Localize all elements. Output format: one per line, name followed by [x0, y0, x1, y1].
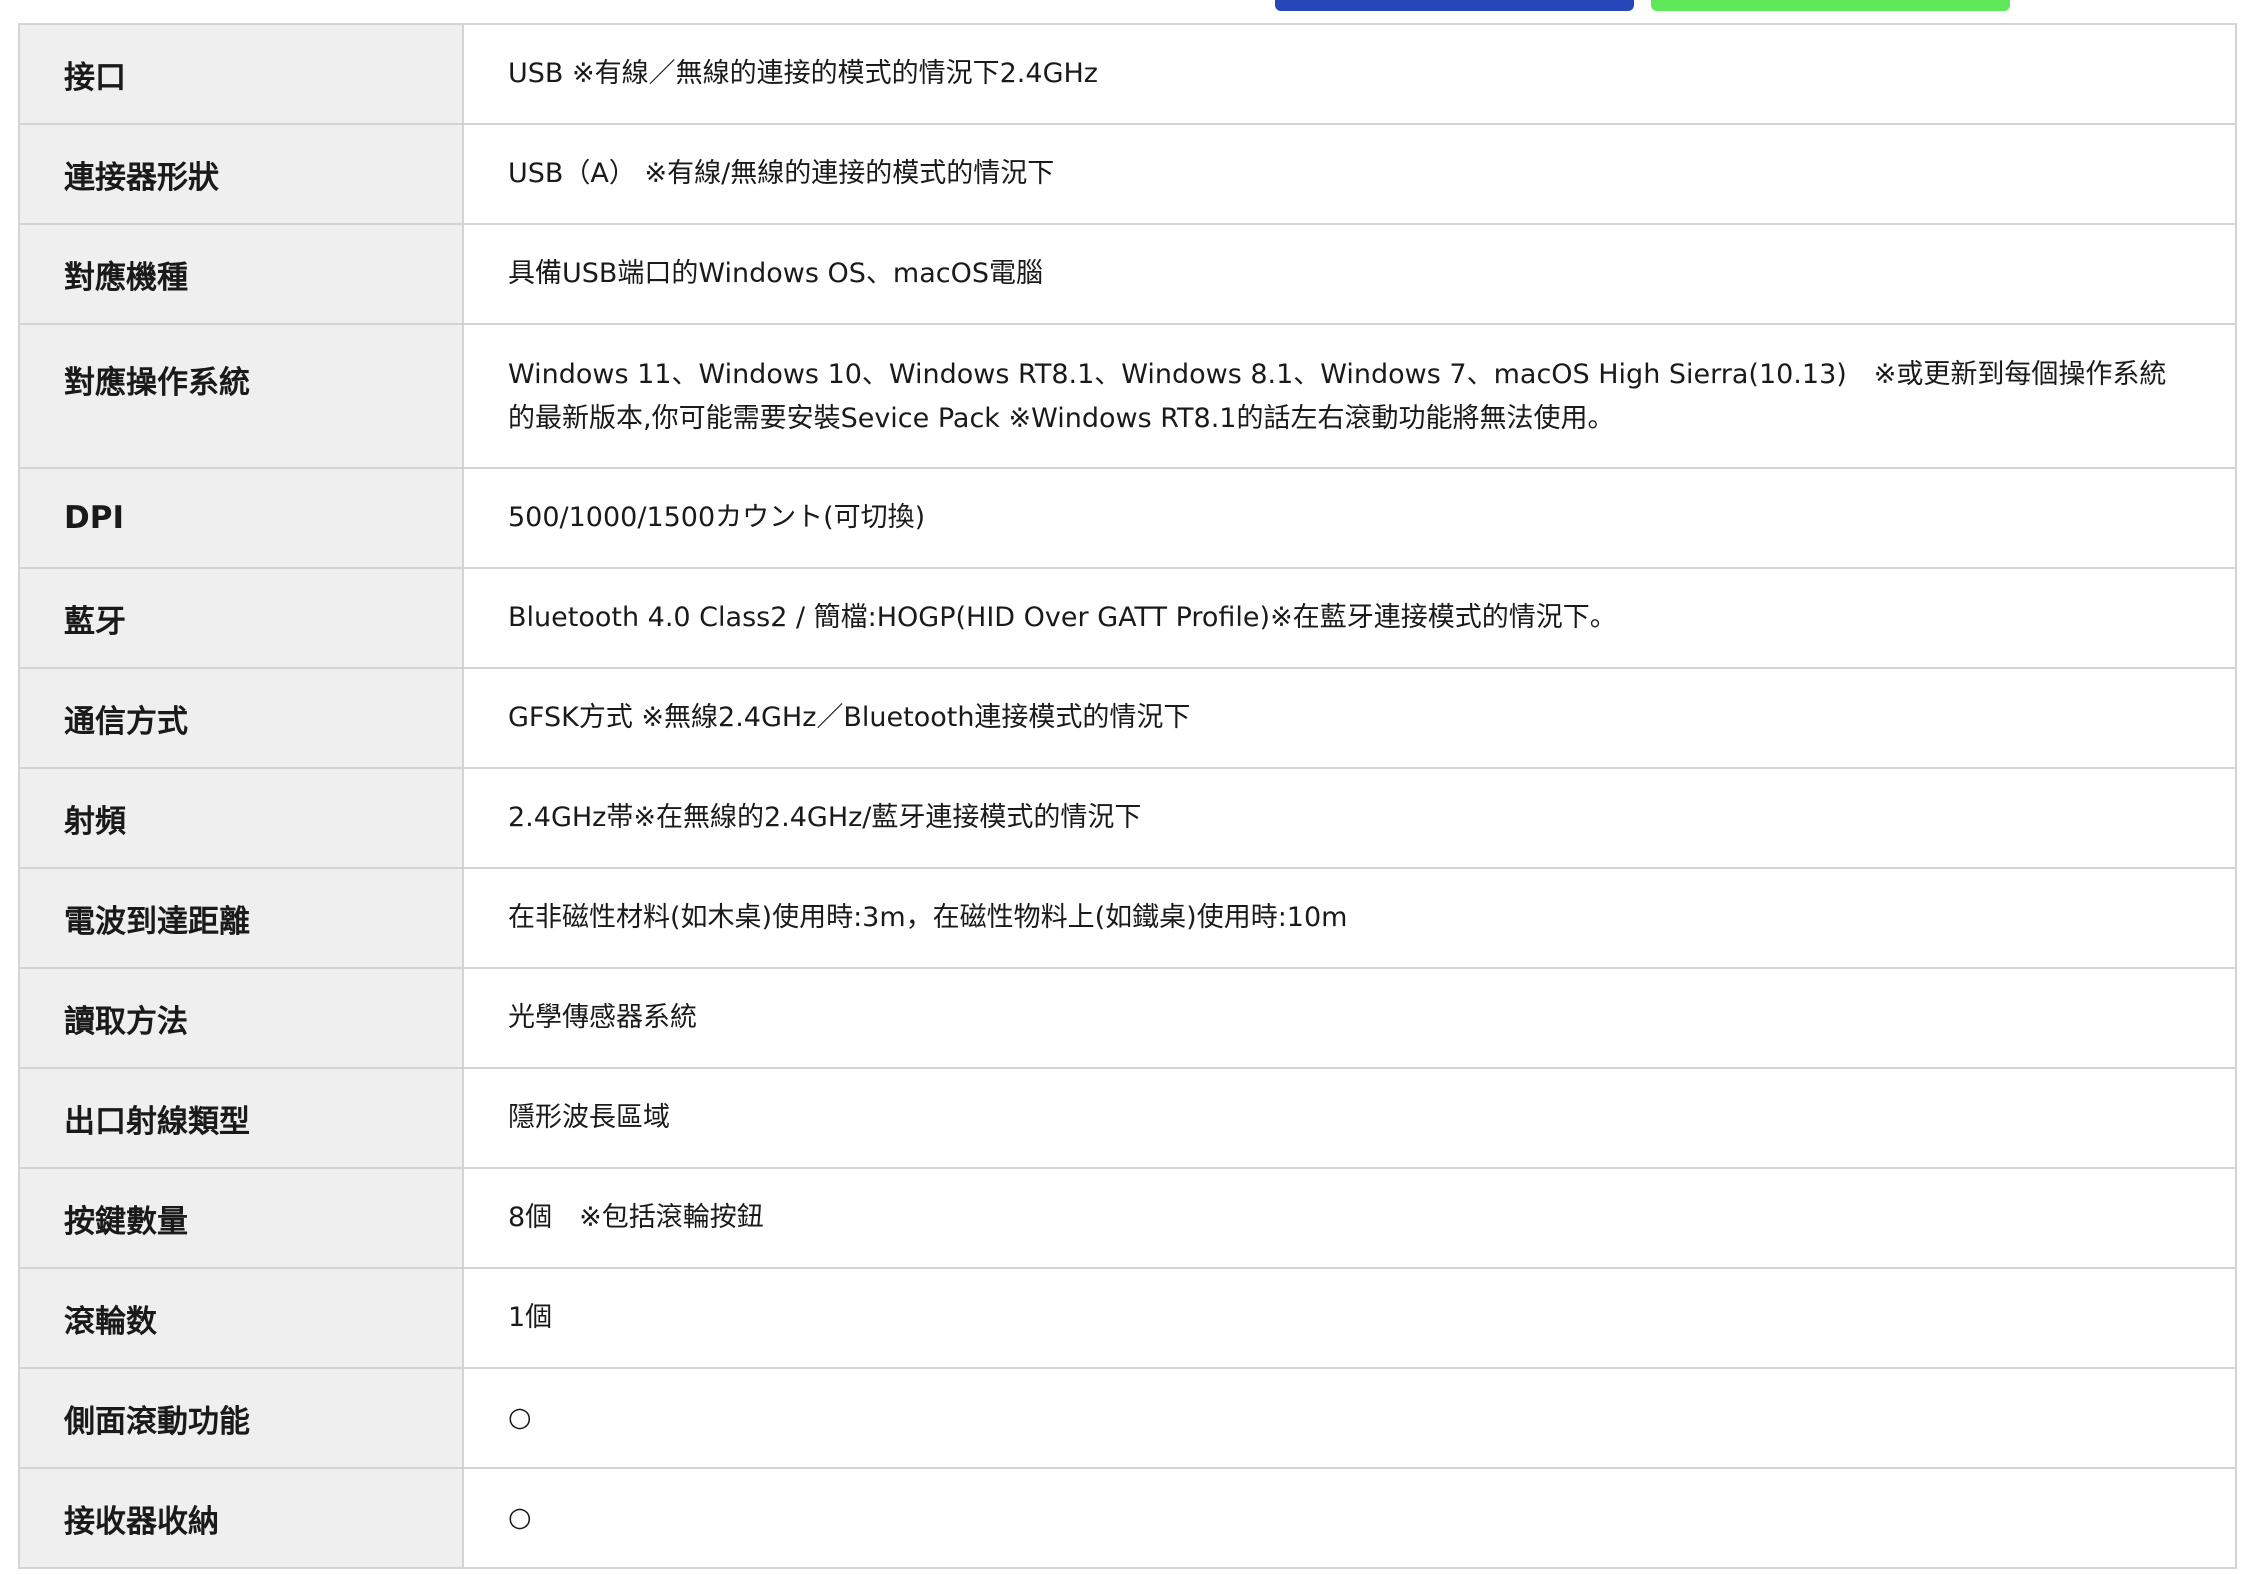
spec-row-communication-method: 通信方式 GFSK方式 ※無線2.4GHz／Bluetooth連接模式的情況下 [18, 667, 2237, 769]
spec-label: 藍牙 [18, 567, 464, 669]
spec-label: 讀取方法 [18, 967, 464, 1069]
spec-label: 接口 [18, 23, 464, 125]
spec-label: 側面滾動功能 [18, 1367, 464, 1469]
spec-row-compatible-os: 對應操作系統 Windows 11、Windows 10、Windows RT8… [18, 323, 2237, 469]
spec-label: 對應機種 [18, 223, 464, 325]
spec-row-reading-method: 讀取方法 光學傳感器系統 [18, 967, 2237, 1069]
spec-value: ○ [462, 1467, 2237, 1569]
spec-row-radio-frequency: 射頻 2.4GHz帯※在無線的2.4GHz/藍牙連接模式的情況下 [18, 767, 2237, 869]
spec-value: USB（A） ※有線/無線的連接的模式的情況下 [462, 123, 2237, 225]
spec-row-wheel-count: 滾輪数 1個 [18, 1267, 2237, 1369]
spec-label: 出口射線類型 [18, 1067, 464, 1169]
spec-label: 連接器形狀 [18, 123, 464, 225]
spec-row-interface: 接口 USB ※有線／無線的連接的模式的情況下2.4GHz [18, 23, 2237, 125]
spec-label: 對應操作系統 [18, 323, 464, 469]
spec-row-button-count: 按鍵數量 8個 ※包括滾輪按鈕 [18, 1167, 2237, 1269]
spec-value: 1個 [462, 1267, 2237, 1369]
spec-value: 光學傳感器系統 [462, 967, 2237, 1069]
spec-label: 按鍵數量 [18, 1167, 464, 1269]
spec-label: DPI [18, 467, 464, 569]
top-button-bar [0, 0, 2246, 14]
spec-label: 通信方式 [18, 667, 464, 769]
spec-label: 電波到達距離 [18, 867, 464, 969]
spec-row-compatible-models: 對應機種 具備USB端口的Windows OS、macOS電腦 [18, 223, 2237, 325]
spec-row-connector-shape: 連接器形狀 USB（A） ※有線/無線的連接的模式的情況下 [18, 123, 2237, 225]
spec-row-emission-type: 出口射線類型 隱形波長區域 [18, 1067, 2237, 1169]
spec-label: 滾輪数 [18, 1267, 464, 1369]
spec-value: GFSK方式 ※無線2.4GHz／Bluetooth連接模式的情況下 [462, 667, 2237, 769]
spec-row-receiver-storage: 接收器收納 ○ [18, 1467, 2237, 1569]
primary-action-button[interactable] [1275, 0, 1634, 11]
spec-value: 具備USB端口的Windows OS、macOS電腦 [462, 223, 2237, 325]
spec-row-side-scroll: 側面滾動功能 ○ [18, 1367, 2237, 1469]
spec-value: 在非磁性材料(如木桌)使用時:3m，在磁性物料上(如鐵桌)使用時:10m [462, 867, 2237, 969]
spec-value: 500/1000/1500カウント(可切換) [462, 467, 2237, 569]
spec-row-bluetooth: 藍牙 Bluetooth 4.0 Class2 / 簡檔:HOGP(HID Ov… [18, 567, 2237, 669]
spec-value: 8個 ※包括滾輪按鈕 [462, 1167, 2237, 1269]
spec-row-radio-range: 電波到達距離 在非磁性材料(如木桌)使用時:3m，在磁性物料上(如鐵桌)使用時:… [18, 867, 2237, 969]
spec-label: 射頻 [18, 767, 464, 869]
spec-value: 隱形波長區域 [462, 1067, 2237, 1169]
spec-row-dpi: DPI 500/1000/1500カウント(可切換) [18, 467, 2237, 569]
spec-value: Bluetooth 4.0 Class2 / 簡檔:HOGP(HID Over … [462, 567, 2237, 669]
spec-label: 接收器收納 [18, 1467, 464, 1569]
spec-table: 接口 USB ※有線／無線的連接的模式的情況下2.4GHz 連接器形狀 USB（… [18, 23, 2237, 1569]
secondary-action-button[interactable] [1651, 0, 2010, 11]
spec-value: USB ※有線／無線的連接的模式的情況下2.4GHz [462, 23, 2237, 125]
spec-value: Windows 11、Windows 10、Windows RT8.1、Wind… [462, 323, 2237, 469]
spec-value: 2.4GHz帯※在無線的2.4GHz/藍牙連接模式的情況下 [462, 767, 2237, 869]
spec-value: ○ [462, 1367, 2237, 1469]
